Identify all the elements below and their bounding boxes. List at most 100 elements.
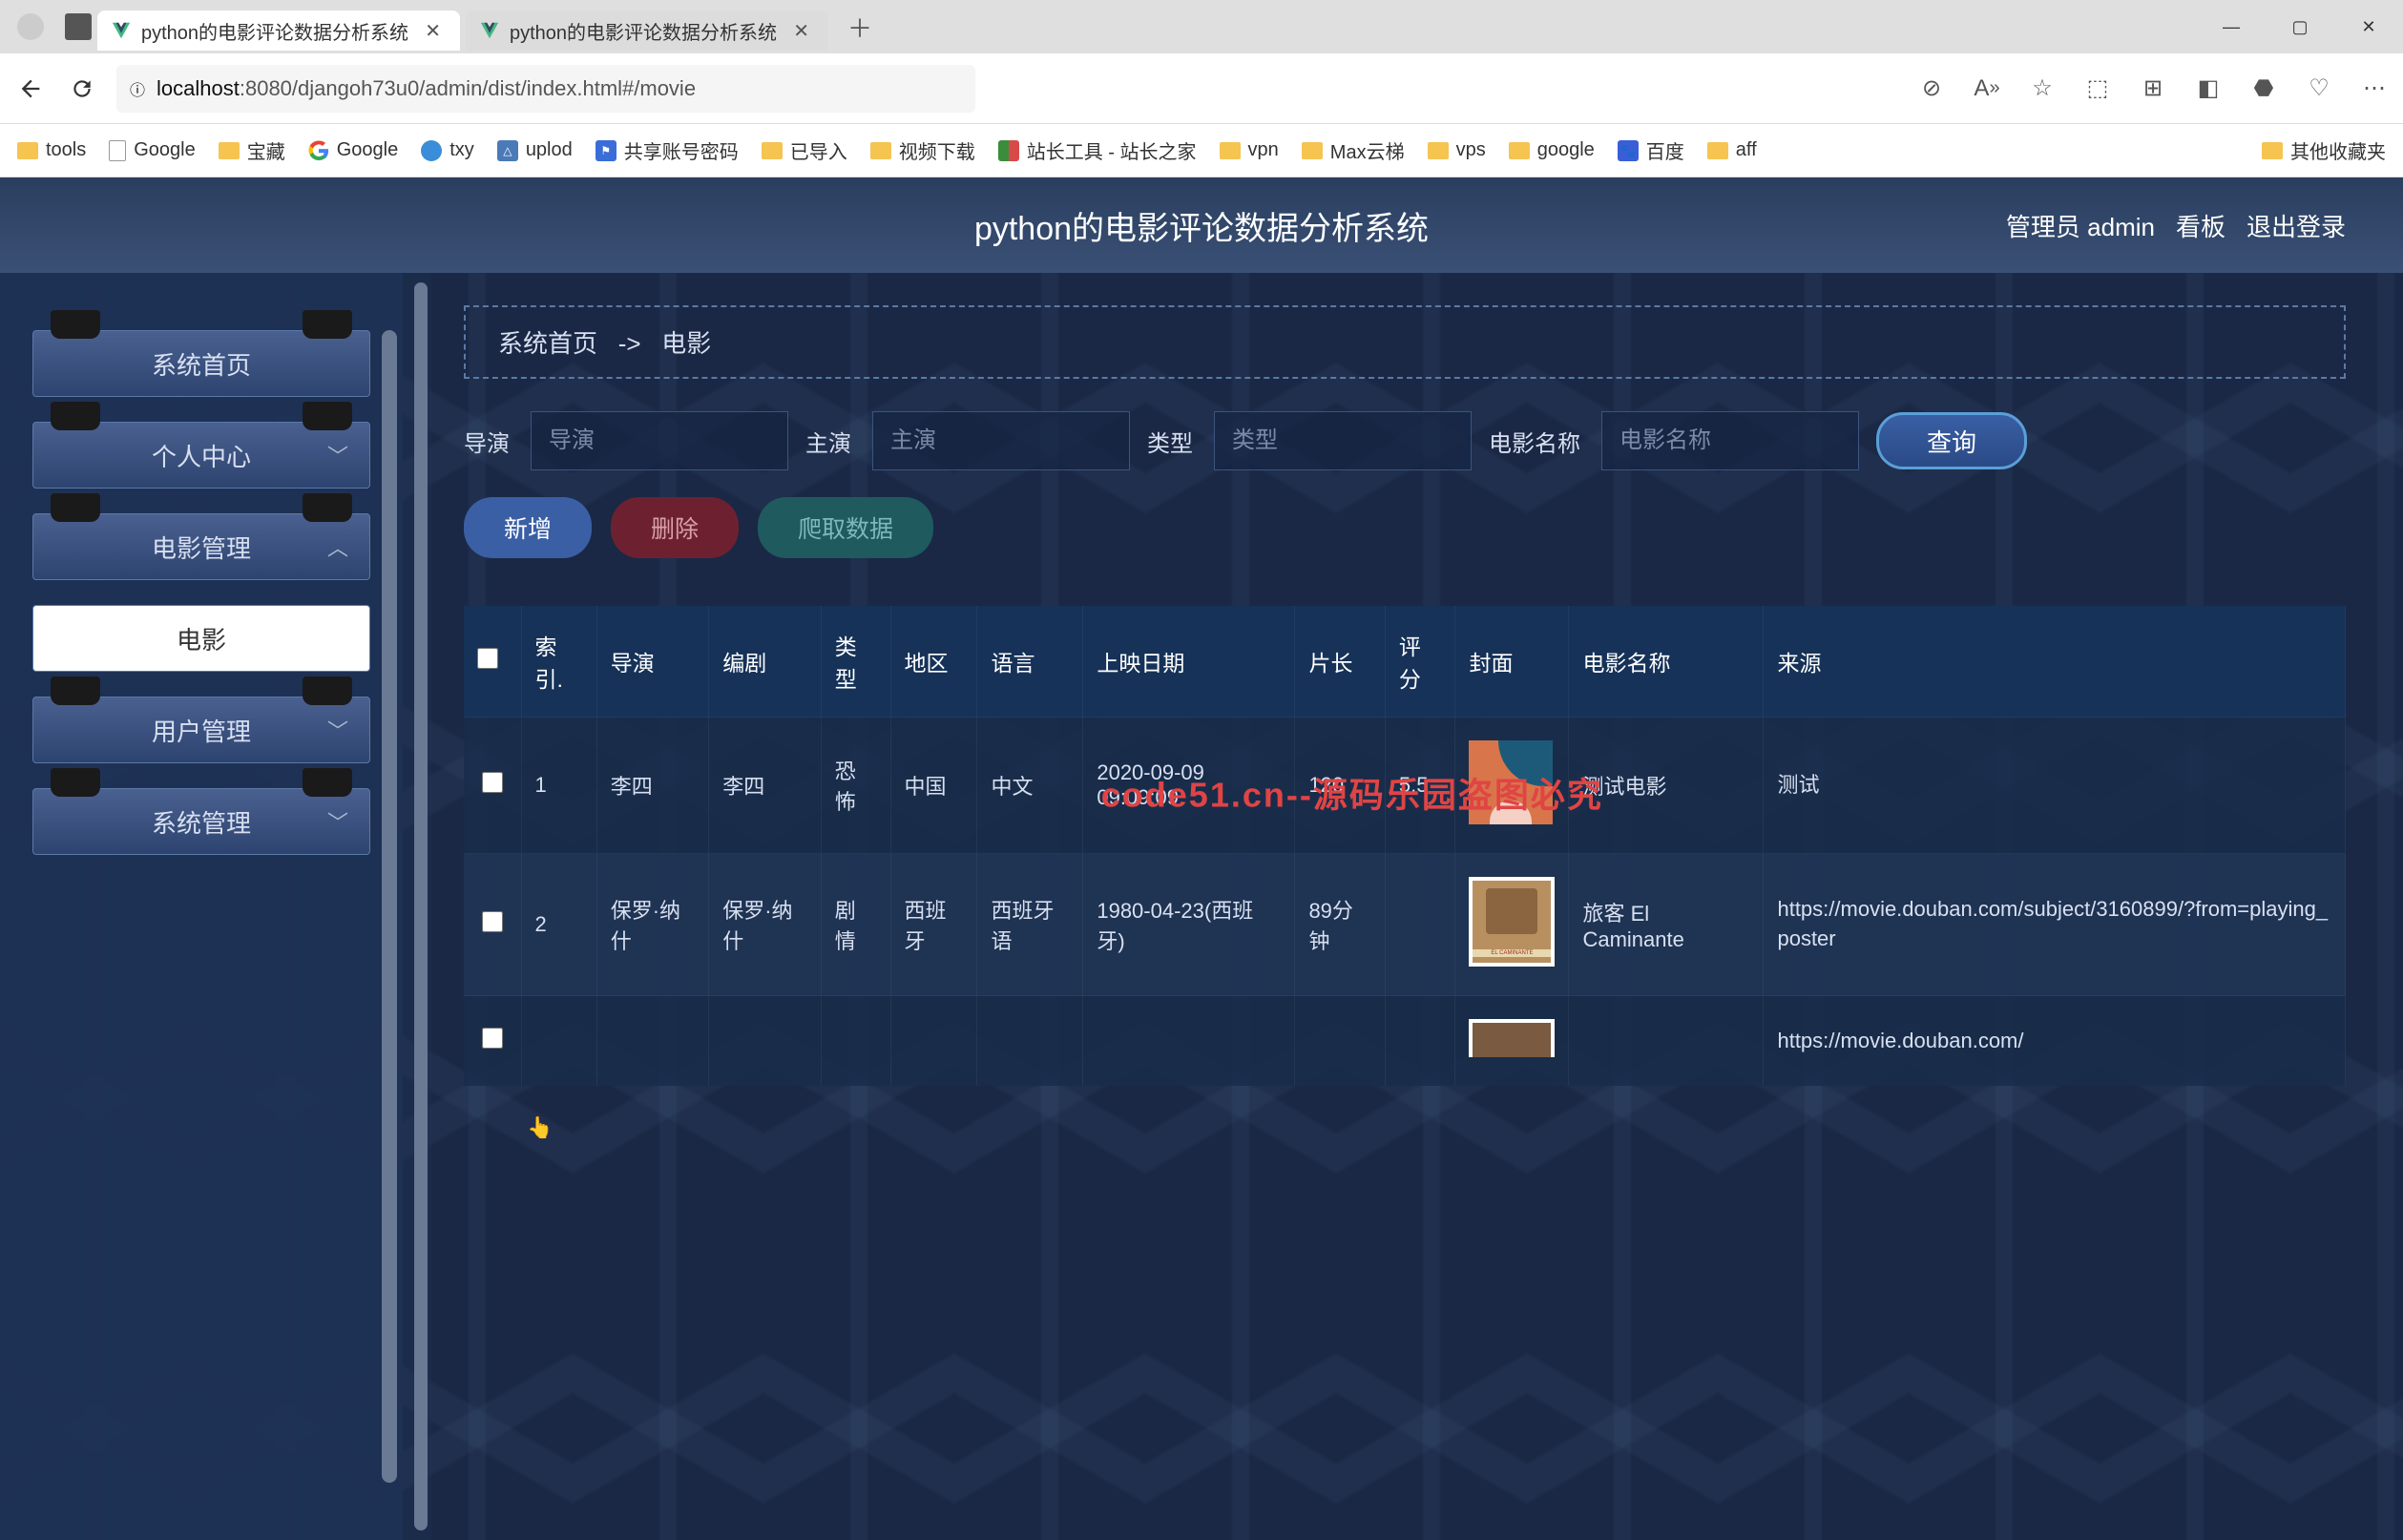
browser-tab-active[interactable]: python的电影评论数据分析系统 ✕ xyxy=(97,10,460,51)
table-header: 语言 xyxy=(977,606,1083,718)
cover-image[interactable] xyxy=(1469,1019,1555,1057)
refresh-icon[interactable] xyxy=(65,72,99,106)
sidebar-item-label: 系统首页 xyxy=(152,346,251,382)
bookmark-item[interactable]: Max云梯 xyxy=(1302,136,1405,164)
search-button[interactable]: 查询 xyxy=(1876,412,2027,469)
crawl-button[interactable]: 爬取数据 xyxy=(758,497,933,558)
sidebar-item[interactable]: 系统首页 xyxy=(32,330,370,397)
resize-handle[interactable] xyxy=(403,273,431,1540)
bookmark-item[interactable]: Google xyxy=(308,139,399,161)
window-controls: — ▢ ✕ xyxy=(2197,0,2403,53)
search-row: 导演主演类型电影名称查询 xyxy=(464,411,2346,470)
profile-avatar-icon[interactable] xyxy=(17,13,44,40)
logout-link[interactable]: 退出登录 xyxy=(2246,208,2346,243)
bookmark-item[interactable]: 视频下载 xyxy=(870,136,975,164)
bookmark-item[interactable]: vps xyxy=(1428,139,1486,161)
chevron-up-icon: ︿ xyxy=(327,531,348,562)
folder-icon xyxy=(1302,142,1323,159)
cell-date xyxy=(1083,996,1295,1087)
collections-icon[interactable]: ⊞ xyxy=(2138,73,2168,104)
cell-writer xyxy=(709,996,821,1087)
search-label: 主演 xyxy=(805,425,851,458)
cell-name xyxy=(1569,996,1764,1087)
tab-overview-icon[interactable] xyxy=(65,13,92,40)
select-all-checkbox[interactable] xyxy=(477,648,498,669)
bookmark-item[interactable]: 站长工具 - 站长之家 xyxy=(998,136,1197,164)
new-tab-icon[interactable]: ＋ xyxy=(847,10,872,45)
bookmark-item[interactable]: 宝藏 xyxy=(219,136,285,164)
info-pill-icon[interactable]: ⊘ xyxy=(1916,73,1947,104)
close-window-icon[interactable]: ✕ xyxy=(2334,0,2403,53)
close-icon[interactable]: ✕ xyxy=(419,17,447,45)
sidebar-item[interactable]: 用户管理﹀ xyxy=(32,697,370,763)
minimize-icon[interactable]: — xyxy=(2197,0,2266,53)
bookmark-item[interactable]: aff xyxy=(1707,139,1757,161)
sidebar-item[interactable]: 系统管理 ﹀ xyxy=(32,788,370,855)
bookmark-label: 视频下载 xyxy=(899,136,975,164)
cell-director: 保罗·纳什 xyxy=(596,854,708,996)
sidebar-item[interactable]: 电影 xyxy=(32,605,370,672)
user-label: 管理员 admin xyxy=(2006,208,2155,243)
sidebar-item-label: 用户管理 xyxy=(152,713,251,748)
table-row[interactable]: https://movie.douban.com/ xyxy=(464,996,2346,1087)
bookmark-item[interactable]: △uplod xyxy=(497,139,573,161)
cell-duration: 120 xyxy=(1295,718,1385,854)
cover-image[interactable] xyxy=(1469,877,1555,967)
cell-index xyxy=(521,996,596,1087)
cover-image[interactable] xyxy=(1469,740,1553,824)
sidebar-icon[interactable]: ◧ xyxy=(2193,73,2224,104)
sidebar-item[interactable]: 电影管理︿ xyxy=(32,513,370,580)
browser-tab-inactive[interactable]: python的电影评论数据分析系统 ✕ xyxy=(466,10,828,51)
heart-icon[interactable]: ♡ xyxy=(2304,73,2334,104)
search-input[interactable] xyxy=(1601,411,1859,470)
sidebar-item[interactable]: 个人中心﹀ xyxy=(32,422,370,489)
breadcrumb-home[interactable]: 系统首页 xyxy=(498,329,597,358)
table-row[interactable]: 2保罗·纳什保罗·纳什剧情西班牙西班牙语1980-04-23(西班牙)89分钟旅… xyxy=(464,854,2346,996)
bookmark-item[interactable]: Google xyxy=(109,139,196,161)
search-input[interactable] xyxy=(531,411,788,470)
sidebar-item-label: 系统管理 xyxy=(152,804,251,840)
row-checkbox[interactable] xyxy=(482,911,503,932)
row-checkbox[interactable] xyxy=(482,772,503,793)
maximize-icon[interactable]: ▢ xyxy=(2266,0,2334,53)
cell-cover xyxy=(1455,996,1569,1087)
scrollbar[interactable] xyxy=(382,330,397,1483)
app-header: python的电影评论数据分析系统 管理员 admin 看板 退出登录 xyxy=(0,177,2403,273)
cell-lang: 西班牙语 xyxy=(977,854,1083,996)
extensions-icon[interactable]: ⬚ xyxy=(2082,73,2113,104)
folder-icon xyxy=(2262,142,2283,159)
more-icon[interactable]: ⋯ xyxy=(2359,73,2390,104)
shield-icon[interactable]: ⬣ xyxy=(2248,73,2279,104)
url-bar[interactable]: ⓘ localhost:8080/djangoh73u0/admin/dist/… xyxy=(116,65,975,113)
tab-title: python的电影评论数据分析系统 xyxy=(141,17,409,45)
bookmark-item[interactable]: 已导入 xyxy=(762,136,847,164)
search-input[interactable] xyxy=(1214,411,1472,470)
chevron-down-icon: ﹀ xyxy=(327,806,348,837)
search-input[interactable] xyxy=(872,411,1130,470)
bookmark-item[interactable]: 🐾百度 xyxy=(1618,136,1684,164)
cell-cover xyxy=(1455,854,1569,996)
url-text: localhost:8080/djangoh73u0/admin/dist/in… xyxy=(157,76,696,101)
info-icon[interactable]: ⓘ xyxy=(130,77,145,100)
bookmark-other[interactable]: 其他收藏夹 xyxy=(2262,136,2386,164)
favorites-icon[interactable]: ☆ xyxy=(2027,73,2058,104)
bookmark-item[interactable]: ⚑共享账号密码 xyxy=(596,136,739,164)
bookmark-item[interactable]: google xyxy=(1509,139,1595,161)
row-checkbox[interactable] xyxy=(482,1028,503,1049)
close-icon[interactable]: ✕ xyxy=(787,17,815,45)
table-header: 评分 xyxy=(1385,606,1455,718)
kanban-link[interactable]: 看板 xyxy=(2176,208,2225,243)
bookmark-item[interactable]: txy xyxy=(421,139,474,161)
read-aloud-icon[interactable]: A» xyxy=(1972,73,2002,104)
folder-icon xyxy=(17,142,38,159)
bookmark-item[interactable]: tools xyxy=(17,139,86,161)
cell-director xyxy=(596,996,708,1087)
delete-button[interactable]: 删除 xyxy=(611,497,739,558)
table-header: 索引. xyxy=(521,606,596,718)
table-row[interactable]: 1李四李四恐怖中国中文2020-09-09 09:09:091205.5测试电影… xyxy=(464,718,2346,854)
add-button[interactable]: 新增 xyxy=(464,497,592,558)
bookmark-item[interactable]: vpn xyxy=(1220,139,1279,161)
back-icon[interactable] xyxy=(13,72,48,106)
generic-icon: △ xyxy=(497,140,518,161)
folder-icon xyxy=(762,142,783,159)
